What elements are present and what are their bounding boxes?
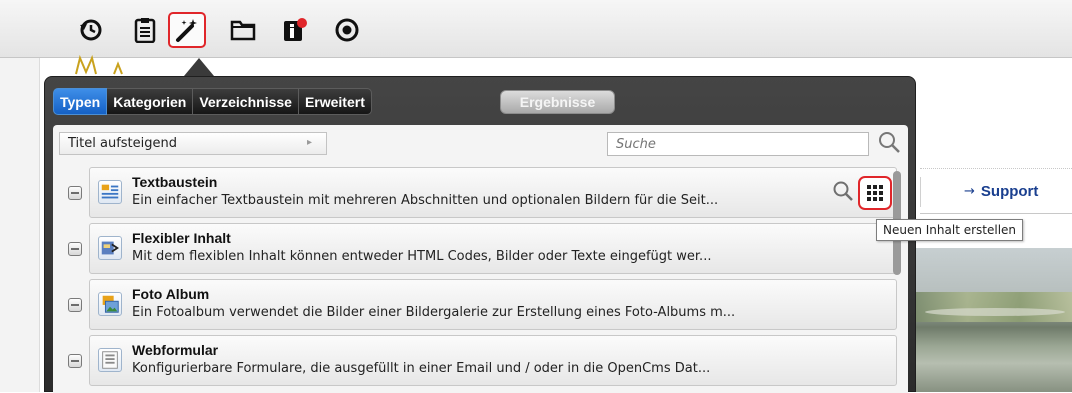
- item-description: Ein Fotoalbum verwendet die Bilder einer…: [132, 305, 736, 320]
- item-checkbox[interactable]: [68, 186, 82, 200]
- list-item: Flexibler Inhalt Mit dem flexiblen Inhal…: [53, 223, 908, 276]
- nav-link-support[interactable]: Support: [981, 183, 1039, 200]
- item-checkbox[interactable]: [68, 242, 82, 256]
- results-button[interactable]: Ergebnisse: [500, 90, 615, 114]
- folder-button[interactable]: [224, 12, 262, 48]
- item-title: Textbaustein: [132, 174, 218, 190]
- sort-select-value: Titel aufsteigend: [68, 136, 177, 151]
- text-block-icon: [98, 180, 122, 204]
- target-button[interactable]: [328, 12, 366, 48]
- photo-album-icon: [98, 292, 122, 316]
- history-icon: [80, 19, 102, 41]
- search-field[interactable]: [607, 132, 869, 156]
- item-title: Flexibler Inhalt: [132, 230, 231, 246]
- item-checkbox[interactable]: [68, 298, 82, 312]
- item-description: Mit dem flexiblen Inhalt können entweder…: [132, 249, 712, 264]
- main-toolbar: [0, 0, 1072, 58]
- header-photo: [915, 248, 1072, 392]
- item-card[interactable]: Flexibler Inhalt Mit dem flexiblen Inhal…: [89, 223, 897, 274]
- item-card[interactable]: Textbaustein Ein einfacher Textbaustein …: [89, 167, 897, 218]
- site-nav: → Support: [920, 168, 1072, 214]
- item-description: Ein einfacher Textbaustein mit mehreren …: [132, 193, 719, 208]
- arrow-right-icon: →: [964, 183, 975, 199]
- preview-search-icon[interactable]: [832, 180, 854, 202]
- item-card[interactable]: Foto Album Ein Fotoalbum verwendet die B…: [89, 279, 897, 330]
- web-form-icon: [98, 348, 122, 372]
- gallery-panel: Titel aufsteigend ▸ Suche Textbaustein E…: [53, 125, 908, 393]
- info-button[interactable]: [276, 12, 314, 48]
- list-item: Webformular Konfigurierbare Formulare, d…: [53, 335, 908, 388]
- list-item: Textbaustein Ein einfacher Textbaustein …: [53, 167, 908, 220]
- target-icon: [335, 18, 359, 42]
- magic-wand-icon: [176, 19, 197, 42]
- dropdown-arrow-icon: ▸: [306, 137, 312, 148]
- tab-erweitert[interactable]: Erweitert: [298, 88, 372, 115]
- page-left-gutter: [0, 58, 40, 392]
- gallery-tabs: Typen Kategorien Verzeichnisse Erweitert: [53, 88, 372, 115]
- item-title: Foto Album: [132, 286, 210, 302]
- tab-verzeichnisse[interactable]: Verzeichnisse: [193, 88, 299, 115]
- tab-kategorien[interactable]: Kategorien: [107, 88, 194, 115]
- create-content-tooltip: Neuen Inhalt erstellen: [876, 219, 1024, 241]
- photo-detail-2: [925, 308, 1065, 316]
- magic-wand-button[interactable]: [168, 12, 206, 48]
- sort-select[interactable]: Titel aufsteigend ▸: [59, 132, 327, 155]
- create-content-button[interactable]: [858, 176, 892, 210]
- gallery-dialog: Typen Kategorien Verzeichnisse Erweitert…: [44, 76, 916, 393]
- photo-detail: [915, 292, 1072, 322]
- clipboard-icon: [134, 18, 156, 43]
- nav-divider: [920, 177, 921, 207]
- info-icon: [284, 18, 307, 41]
- item-card[interactable]: Webformular Konfigurierbare Formulare, d…: [89, 335, 897, 386]
- dialog-pointer: [184, 58, 214, 76]
- item-title: Webformular: [132, 342, 219, 358]
- flexible-content-icon: [98, 236, 122, 260]
- list-item: Foto Album Ein Fotoalbum verwendet die B…: [53, 279, 908, 332]
- grid-icon: [867, 185, 883, 201]
- search-icon[interactable]: [877, 130, 901, 154]
- item-checkbox[interactable]: [68, 354, 82, 368]
- clipboard-button[interactable]: [126, 12, 164, 48]
- search-input[interactable]: [616, 136, 868, 152]
- item-description: Konfigurierbare Formulare, die ausgefüll…: [132, 361, 711, 376]
- tab-typen[interactable]: Typen: [53, 88, 108, 115]
- history-button[interactable]: [72, 12, 110, 48]
- folder-icon: [230, 20, 256, 41]
- resource-type-list: Textbaustein Ein einfacher Textbaustein …: [53, 167, 908, 393]
